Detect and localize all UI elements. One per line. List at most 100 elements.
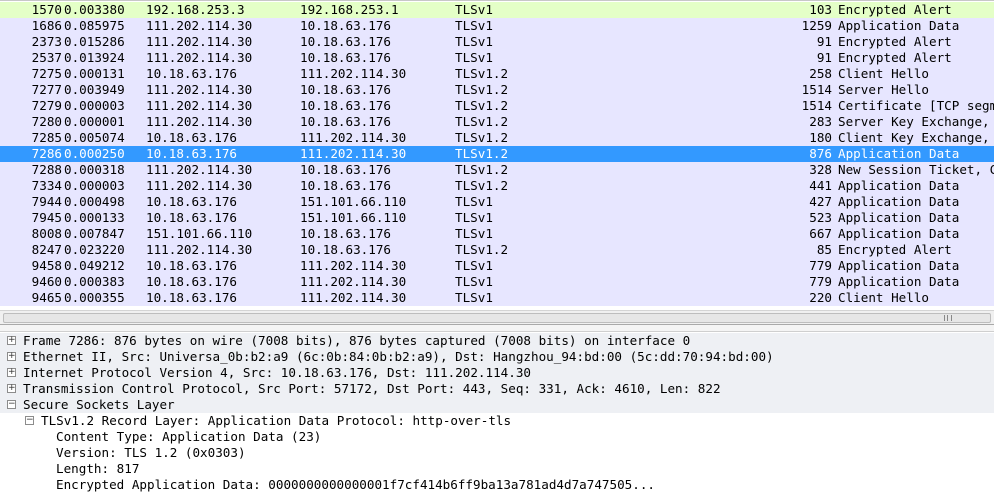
packet-protocol: TLSv1 (455, 210, 493, 225)
collapse-minus-icon[interactable]: − (25, 416, 34, 425)
packet-destination: 10.18.63.176 (300, 242, 391, 257)
expand-plus-icon[interactable]: + (7, 384, 16, 393)
packet-source: 111.202.114.30 (146, 98, 253, 113)
packet-number: 2373 (31, 34, 62, 49)
detail-tree-row[interactable]: − TLSv1.2 Record Layer: Application Data … (0, 413, 994, 429)
packet-time: 0.000383 (64, 274, 125, 289)
packet-source: 10.18.63.176 (146, 210, 237, 225)
packet-row[interactable]: 7945 0.000133 10.18.63.176 151.101.66.110 TL… (0, 210, 994, 226)
packet-time: 0.000250 (64, 146, 125, 161)
packet-source: 111.202.114.30 (146, 242, 253, 257)
packet-list[interactable]: 1570 0.003380 192.168.253.3 192.168.253.1 TL… (0, 0, 994, 310)
packet-length: 1514 (801, 82, 832, 97)
packet-row[interactable]: 7944 0.000498 10.18.63.176 151.101.66.110 TL… (0, 194, 994, 210)
packet-details-tree[interactable]: + Frame 7286: 876 bytes on wire (7008 bit… (0, 332, 994, 498)
packet-length: 523 (809, 210, 832, 225)
packet-info: Encrypted Alert (838, 242, 952, 257)
packet-row[interactable]: 2537 0.013924 111.202.114.30 10.18.63.176 TL… (0, 50, 994, 66)
packet-row[interactable]: 7280 0.000001 111.202.114.30 10.18.63.176 TL… (0, 114, 994, 130)
packet-row[interactable]: 7288 0.000318 111.202.114.30 10.18.63.176 TL… (0, 162, 994, 178)
detail-tree-row[interactable]: + Frame 7286: 876 bytes on wire (7008 bit… (0, 333, 994, 349)
packet-protocol: TLSv1.2 (455, 242, 509, 257)
packet-time: 0.015286 (64, 34, 125, 49)
packet-row-selected[interactable]: 7286 0.000250 10.18.63.176 111.202.114.30 TL… (0, 146, 994, 162)
detail-tree-row[interactable]: Length: 817 (0, 461, 994, 477)
packet-length: 283 (809, 114, 832, 129)
packet-protocol: TLSv1 (455, 50, 493, 65)
packet-source: 111.202.114.30 (146, 162, 253, 177)
horizontal-scrollbar[interactable] (0, 310, 994, 325)
packet-number: 9465 (31, 290, 62, 305)
detail-tree-row[interactable]: + Transmission Control Protocol, Src Port… (0, 381, 994, 397)
detail-tree-row[interactable]: − Secure Sockets Layer (0, 397, 994, 413)
packet-length: 328 (809, 162, 832, 177)
detail-tree-row[interactable]: Encrypted Application Data: 000000000000… (0, 477, 994, 493)
packet-protocol: TLSv1 (455, 194, 493, 209)
packet-row[interactable]: 8008 0.007847 151.101.66.110 10.18.63.176 TL… (0, 226, 994, 242)
packet-row[interactable]: 9458 0.049212 10.18.63.176 111.202.114.30 TL… (0, 258, 994, 274)
packet-source: 111.202.114.30 (146, 34, 253, 49)
packet-info: Encrypted Alert (838, 2, 952, 17)
packet-row[interactable]: 2373 0.015286 111.202.114.30 10.18.63.176 TL… (0, 34, 994, 50)
packet-time: 0.000355 (64, 290, 125, 305)
packet-number: 7944 (31, 194, 62, 209)
packet-row[interactable]: 7334 0.000003 111.202.114.30 10.18.63.176 TL… (0, 178, 994, 194)
packet-source: 111.202.114.30 (146, 178, 253, 193)
packet-number: 9458 (31, 258, 62, 273)
packet-row[interactable]: 7285 0.005074 10.18.63.176 111.202.114.30 TL… (0, 130, 994, 146)
detail-tree-label: Transmission Control Protocol, Src Port:… (23, 381, 721, 396)
packet-row[interactable]: 7279 0.000003 111.202.114.30 10.18.63.176 TL… (0, 98, 994, 114)
scrollbar-thumb[interactable] (3, 313, 991, 323)
packet-length: 1259 (801, 18, 832, 33)
packet-time: 0.000133 (64, 210, 125, 225)
packet-length: 1514 (801, 98, 832, 113)
packet-info: Application Data (838, 194, 960, 209)
packet-protocol: TLSv1.2 (455, 162, 509, 177)
pane-splitter[interactable] (0, 325, 994, 332)
packet-destination: 111.202.114.30 (300, 66, 407, 81)
detail-tree-label: Encrypted Application Data: 000000000000… (56, 477, 655, 492)
packet-time: 0.085975 (64, 18, 125, 33)
packet-destination: 192.168.253.1 (300, 2, 399, 17)
expand-plus-icon[interactable]: + (7, 368, 16, 377)
packet-row[interactable]: 7275 0.000131 10.18.63.176 111.202.114.30 TL… (0, 66, 994, 82)
packet-time: 0.005074 (64, 130, 125, 145)
packet-destination: 10.18.63.176 (300, 34, 391, 49)
detail-tree-row[interactable]: + Ethernet II, Src: Universa_0b:b2:a9 (6c… (0, 349, 994, 365)
packet-length: 220 (809, 290, 832, 305)
packet-time: 0.000131 (64, 66, 125, 81)
packet-length: 258 (809, 66, 832, 81)
packet-source: 10.18.63.176 (146, 290, 237, 305)
packet-time: 0.013924 (64, 50, 125, 65)
packet-protocol: TLSv1 (455, 290, 493, 305)
collapse-minus-icon[interactable]: − (7, 400, 16, 409)
packet-info: Application Data (838, 226, 960, 241)
detail-tree-label: Length: 817 (56, 461, 140, 476)
packet-length: 779 (809, 258, 832, 273)
detail-tree-label: Content Type: Application Data (23) (56, 429, 322, 444)
detail-tree-row[interactable]: + Internet Protocol Version 4, Src: 10.18… (0, 365, 994, 381)
packet-row[interactable]: 8247 0.023220 111.202.114.30 10.18.63.176 TL… (0, 242, 994, 258)
detail-tree-label: Ethernet II, Src: Universa_0b:b2:a9 (6c:… (23, 349, 774, 364)
packet-number: 1686 (31, 18, 62, 33)
expand-plus-icon[interactable]: + (7, 336, 16, 345)
packet-row[interactable]: 9465 0.000355 10.18.63.176 111.202.114.30 TL… (0, 290, 994, 306)
detail-tree-label: Internet Protocol Version 4, Src: 10.18.… (23, 365, 531, 380)
packet-row[interactable]: 7277 0.003949 111.202.114.30 10.18.63.176 TL… (0, 82, 994, 98)
packet-length: 91 (816, 34, 832, 49)
packet-protocol: TLSv1 (455, 2, 493, 17)
detail-tree-row[interactable]: Content Type: Application Data (23) (0, 429, 994, 445)
packet-time: 0.049212 (64, 258, 125, 273)
packet-info: Application Data (838, 258, 960, 273)
packet-length: 180 (809, 130, 832, 145)
packet-number: 2537 (31, 50, 62, 65)
packet-row[interactable]: 1686 0.085975 111.202.114.30 10.18.63.176 TL… (0, 18, 994, 34)
detail-tree-row[interactable]: Version: TLS 1.2 (0x0303) (0, 445, 994, 461)
detail-tree-label: TLSv1.2 Record Layer: Application Data P… (41, 413, 512, 428)
packet-row[interactable]: 9460 0.000383 10.18.63.176 111.202.114.30 TL… (0, 274, 994, 290)
packet-row[interactable]: 1570 0.003380 192.168.253.3 192.168.253.1 TL… (0, 2, 994, 18)
packet-source: 10.18.63.176 (146, 194, 237, 209)
expand-plus-icon[interactable]: + (7, 352, 16, 361)
packet-info: Certificate [TCP segment of a reassemble… (838, 98, 994, 113)
packet-number: 1570 (31, 2, 62, 17)
